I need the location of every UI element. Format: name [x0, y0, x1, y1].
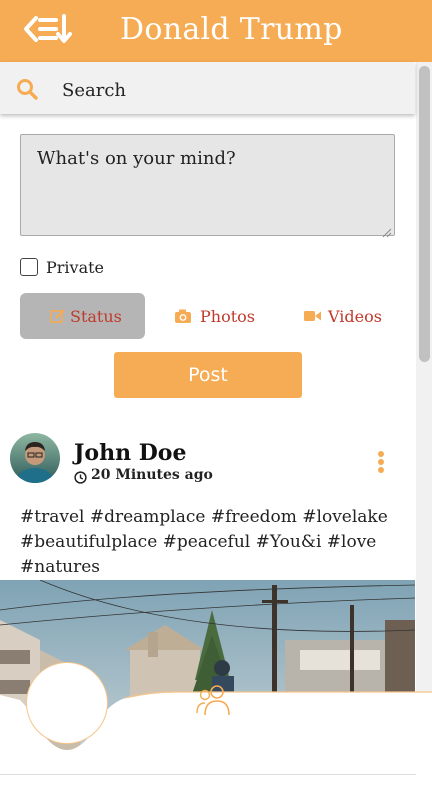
video-icon: [303, 308, 322, 327]
post-text: #travel #dreamplace #freedom #lovelake #…: [20, 507, 388, 577]
tab-photos[interactable]: Photos: [168, 293, 268, 339]
camera-icon: [174, 308, 192, 328]
scrollbar-thumb[interactable]: [419, 66, 430, 362]
fab-button[interactable]: [26, 662, 108, 744]
more-vertical-icon[interactable]: [376, 450, 386, 476]
search-icon: [16, 78, 38, 100]
bottom-divider: [0, 774, 416, 775]
search-input[interactable]: Search: [62, 80, 126, 101]
post-timestamp: 20 Minutes ago: [91, 467, 213, 483]
private-checkbox[interactable]: [20, 258, 38, 276]
status-placeholder: What's on your mind?: [37, 148, 236, 169]
tab-videos[interactable]: Videos: [298, 293, 398, 339]
search-bar[interactable]: Search: [0, 62, 415, 114]
back-list-icon[interactable]: [22, 10, 78, 50]
clock-icon: [74, 469, 87, 484]
friends-icon[interactable]: [195, 683, 237, 717]
edit-icon: [50, 308, 66, 328]
app-header: Donald Trump: [0, 0, 432, 62]
tab-photos-label: Photos: [200, 307, 255, 326]
post-author[interactable]: John Doe: [74, 440, 186, 466]
post-button[interactable]: Post: [114, 352, 302, 398]
page-title: Donald Trump: [120, 12, 343, 47]
private-label: Private: [46, 258, 105, 277]
tab-videos-label: Videos: [328, 307, 382, 326]
tab-status[interactable]: Status: [20, 293, 145, 339]
status-textarea[interactable]: What's on your mind?: [20, 134, 395, 238]
tab-status-label: Status: [70, 307, 122, 326]
avatar[interactable]: [10, 433, 60, 483]
resize-grip-icon[interactable]: [382, 223, 392, 238]
